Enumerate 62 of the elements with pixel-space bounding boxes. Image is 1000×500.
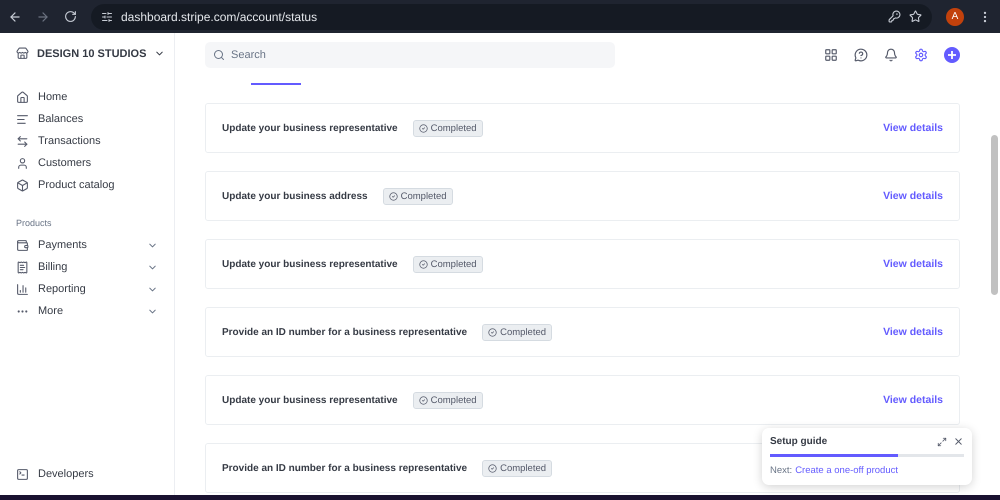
expand-icon[interactable] <box>937 436 947 446</box>
account-switcher[interactable]: DESIGN 10 STUDIOS <box>16 47 174 60</box>
guide-title: Setup guide <box>770 436 828 447</box>
task-title: Update your business representative <box>222 394 398 406</box>
sidebar-item[interactable]: Home <box>16 86 174 108</box>
tab-indicator <box>251 83 301 85</box>
sidebar-item[interactable]: Reporting <box>16 278 174 300</box>
cube-icon <box>16 178 29 192</box>
sidebar-item[interactable]: Customers <box>16 152 174 174</box>
apps-icon[interactable] <box>824 48 838 62</box>
task-title: Update your business address <box>222 190 368 202</box>
section-heading: Products <box>16 218 53 228</box>
help-icon[interactable] <box>854 48 868 62</box>
add-icon[interactable] <box>944 47 960 63</box>
task-title: Update your business representative <box>222 122 398 134</box>
task-title: Provide an ID number for a business representative <box>222 462 468 474</box>
wallet-icon <box>16 238 29 252</box>
search-icon <box>213 49 225 61</box>
view-details-link[interactable]: View details <box>883 394 943 406</box>
person-icon <box>16 156 29 170</box>
settings-icon[interactable] <box>914 48 928 62</box>
arrows-icon <box>16 134 29 148</box>
status-badge: Completed <box>412 256 483 272</box>
bell-icon[interactable] <box>884 48 898 62</box>
view-details-link[interactable]: View details <box>883 122 943 134</box>
next-step-link[interactable]: Create a one-off product <box>795 465 898 476</box>
lines-icon <box>16 112 29 126</box>
store-icon <box>16 47 29 60</box>
close-icon[interactable] <box>953 436 964 447</box>
sidebar-item[interactable]: Product catalog <box>16 174 174 196</box>
sidebar-item[interactable]: Balances <box>16 108 174 130</box>
task-title: Update your business representative <box>222 258 398 270</box>
profile-avatar[interactable]: A <box>946 8 964 26</box>
view-details-link[interactable]: View details <box>883 190 943 202</box>
sidebar-item[interactable]: Transactions <box>16 130 174 152</box>
star-icon[interactable] <box>909 10 922 23</box>
home-icon <box>16 90 29 104</box>
bar-chart-icon <box>16 282 29 296</box>
status-badge: Completed <box>382 188 453 204</box>
search-field[interactable]: Search <box>205 42 615 68</box>
task-title: Provide an ID number for a business representative <box>222 326 468 338</box>
site-settings-icon[interactable] <box>101 10 113 22</box>
address-bar[interactable]: dashboard.stripe.com/account/status <box>91 4 932 30</box>
forward-icon[interactable] <box>36 10 50 24</box>
status-badge: Completed <box>482 460 552 476</box>
status-badge: Completed <box>412 392 483 408</box>
view-details-link[interactable]: View details <box>883 258 943 270</box>
sidebar-item[interactable]: Payments <box>16 234 174 256</box>
status-badge: Completed <box>482 324 552 340</box>
scrollbar-thumb[interactable] <box>991 135 998 295</box>
status-badge: Completed <box>412 120 483 136</box>
reload-icon[interactable] <box>64 10 77 23</box>
url-text: dashboard.stripe.com/account/status <box>121 10 318 24</box>
key-icon[interactable] <box>888 10 901 23</box>
terminal-icon <box>16 468 29 480</box>
back-icon[interactable] <box>8 10 22 24</box>
sidebar-item[interactable]: More <box>16 300 174 322</box>
view-details-link[interactable]: View details <box>883 326 943 338</box>
sidebar-item[interactable]: Developers <box>16 463 174 485</box>
sidebar-item[interactable]: Billing <box>16 256 174 278</box>
next-label: Next: <box>770 465 792 476</box>
receipt-icon <box>16 260 29 274</box>
